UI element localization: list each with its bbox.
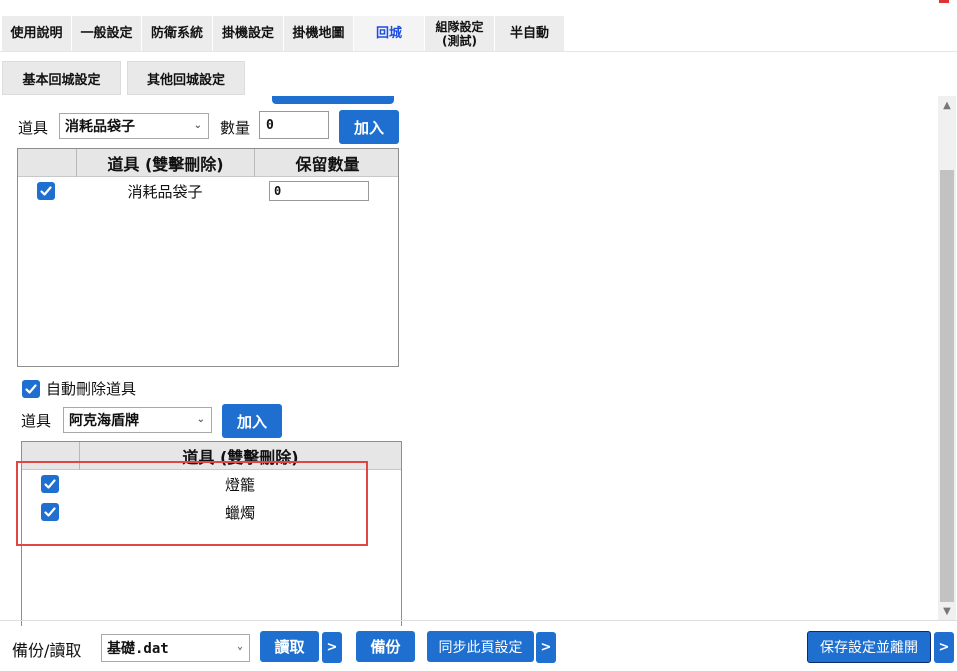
grid-header-qty: 保留數量 [254, 149, 398, 177]
main-tab-bar: 使用說明 一般設定 防衛系統 掛機設定 掛機地圖 回城 組隊設定 (測試) 半自… [2, 16, 565, 52]
save-more-button[interactable]: > [934, 632, 954, 663]
vertical-scrollbar[interactable]: ▲ ▼ [938, 96, 956, 620]
keep-items-grid[interactable]: 道具 (雙擊刪除) 保留數量 消耗品袋子 0 [17, 148, 399, 367]
row-checkbox[interactable] [18, 177, 74, 205]
row-item-name: 消耗品袋子 [127, 182, 203, 201]
scroll-thumb[interactable] [940, 170, 954, 602]
read-more-button[interactable]: > [322, 632, 342, 663]
chevron-down-icon: ⌄ [193, 120, 202, 131]
sync-page-button[interactable]: 同步此頁設定 [427, 631, 534, 662]
tab-semi-auto[interactable]: 半自動 [495, 16, 565, 52]
tab-party-settings[interactable]: 組隊設定 (測試) [425, 16, 495, 52]
backup-read-label: 備份/讀取 [12, 641, 82, 660]
add-auto-delete-button[interactable]: 加入 [222, 404, 282, 438]
tab-defense-system[interactable]: 防衛系統 [142, 16, 213, 52]
bottom-divider [0, 620, 957, 621]
subtab-other-return[interactable]: 其他回城設定 [127, 61, 245, 95]
read-button[interactable]: 讀取 [260, 631, 319, 662]
item-select-value: 消耗品袋子 [65, 119, 135, 135]
chevron-down-icon: ⌄ [236, 641, 243, 652]
item-select[interactable]: 消耗品袋子 ⌄ [59, 113, 209, 139]
table-row[interactable]: 消耗品袋子 0 [18, 177, 398, 205]
close-icon[interactable] [939, 0, 949, 3]
grid-header-check [22, 442, 79, 470]
tab-general-settings[interactable]: 一般設定 [72, 16, 142, 52]
quantity-label: 數量 [220, 119, 251, 137]
backup-file-value: 基礎.dat [107, 641, 169, 657]
chevron-down-icon: ⌄ [196, 414, 205, 425]
row-qty-input[interactable]: 0 [269, 181, 369, 201]
scroll-down-icon[interactable]: ▼ [938, 602, 956, 620]
item-label: 道具 [18, 119, 49, 137]
row-item-name: 燈籠 [224, 475, 255, 494]
row-checkbox[interactable] [22, 498, 77, 526]
app-window: 使用說明 一般設定 防衛系統 掛機設定 掛機地圖 回城 組隊設定 (測試) 半自… [0, 0, 957, 671]
add-item-button[interactable]: 加入 [339, 110, 399, 144]
backup-button[interactable]: 備份 [356, 631, 415, 662]
checkbox-checked-icon[interactable] [37, 182, 55, 200]
auto-delete-grid[interactable]: 道具 (雙擊刪除) 燈籠 蠟燭 [21, 441, 402, 626]
grid-header-check [18, 149, 76, 177]
checkbox-checked-icon[interactable] [40, 475, 59, 493]
auto-delete-item-select[interactable]: 阿克海盾牌 ⌄ [63, 407, 212, 433]
subtab-basic-return[interactable]: 基本回城設定 [2, 61, 121, 95]
auto-delete-item-value: 阿克海盾牌 [69, 413, 139, 429]
table-row[interactable]: 蠟燭 [22, 498, 401, 526]
row-checkbox[interactable] [22, 470, 77, 498]
tab-afk-map[interactable]: 掛機地圖 [284, 16, 354, 52]
hidden-scrolled-button[interactable] [272, 96, 394, 104]
tab-instructions[interactable]: 使用說明 [2, 16, 72, 52]
table-row[interactable]: 燈籠 [22, 470, 401, 498]
item-label-2: 道具 [21, 412, 52, 430]
tab-bar-divider [0, 51, 957, 52]
grid-header-item: 道具 (雙擊刪除) [79, 442, 401, 470]
checkbox-checked-icon[interactable] [22, 379, 40, 398]
save-exit-button[interactable]: 保存設定並離開 [807, 631, 931, 663]
grid-header-item: 道具 (雙擊刪除) [76, 149, 254, 177]
grid-header: 道具 (雙擊刪除) 保留數量 [18, 149, 398, 177]
auto-delete-label: 自動刪除道具 [46, 380, 137, 398]
scroll-up-icon[interactable]: ▲ [938, 96, 956, 114]
row-item-name: 蠟燭 [224, 503, 255, 522]
tab-afk-settings[interactable]: 掛機設定 [213, 16, 284, 52]
backup-file-select[interactable]: 基礎.dat ⌄ [101, 634, 250, 662]
checkbox-checked-icon[interactable] [40, 503, 59, 521]
tab-return-town[interactable]: 回城 [354, 16, 425, 52]
sync-more-button[interactable]: > [536, 632, 556, 663]
grid-header: 道具 (雙擊刪除) [22, 442, 401, 470]
auto-delete-toggle[interactable]: 自動刪除道具 [22, 378, 136, 399]
quantity-input[interactable]: 0 [259, 111, 329, 139]
